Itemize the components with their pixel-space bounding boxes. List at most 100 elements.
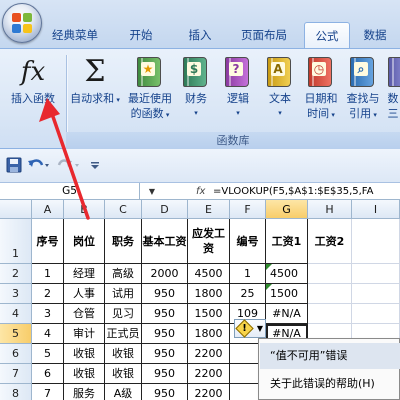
data-cell[interactable]: 1 (230, 264, 266, 284)
data-cell[interactable]: 2 (32, 284, 64, 304)
data-cell[interactable]: 正式员 (105, 324, 142, 344)
header-cell-b[interactable]: 岗位 (64, 219, 105, 264)
error-help-menu-item[interactable]: 关于此错误的帮助(H) (260, 373, 400, 395)
data-cell[interactable]: 试用 (105, 284, 142, 304)
data-cell[interactable]: 950 (142, 344, 188, 364)
data-cell[interactable]: #N/A (266, 304, 308, 324)
row-header-7[interactable]: 7 (0, 364, 32, 384)
data-cell[interactable] (308, 304, 352, 324)
header-cell-h[interactable]: 工资2 (308, 219, 352, 264)
data-cell[interactable]: 仓管 (64, 304, 105, 324)
tab-classic-menu[interactable]: 经典菜单 (44, 22, 106, 48)
math-trig-button[interactable]: 数 三 (386, 55, 400, 121)
row-header-6[interactable]: 6 (0, 344, 32, 364)
data-cell[interactable]: 收银 (64, 344, 105, 364)
tab-page-layout[interactable]: 页面布局 (224, 22, 304, 48)
column-header-b[interactable]: B (64, 200, 105, 219)
data-cell[interactable]: 收银 (105, 344, 142, 364)
data-cell[interactable]: 人事 (64, 284, 105, 304)
data-cell[interactable]: 25 (230, 284, 266, 304)
column-header-g[interactable]: G (266, 200, 308, 219)
column-header-f[interactable]: F (230, 200, 266, 219)
data-cell[interactable] (308, 264, 352, 284)
financial-button[interactable]: $ 财务 ▾ (178, 55, 214, 121)
insert-function-fx-icon[interactable]: fx (196, 183, 210, 200)
data-cell[interactable]: 见习 (105, 304, 142, 324)
tab-insert[interactable]: 插入 (176, 22, 224, 48)
column-header-a[interactable]: A (32, 200, 64, 219)
column-header-i[interactable]: I (352, 200, 400, 219)
row-header-4[interactable]: 4 (0, 304, 32, 324)
formula-input[interactable]: =VLOOKUP(F5,$A$1:$E$35,5,FA (213, 183, 373, 200)
header-cell-i[interactable] (352, 219, 400, 264)
data-cell[interactable]: 收银 (64, 364, 105, 384)
column-header-c[interactable]: C (105, 200, 142, 219)
header-cell-g[interactable]: 工资1 (266, 219, 308, 264)
customize-toolbar-icon[interactable] (88, 156, 102, 174)
undo-icon[interactable] (26, 156, 52, 174)
data-cell[interactable] (308, 284, 352, 304)
header-cell-e[interactable]: 应发工资 (188, 219, 230, 264)
header-cell-d[interactable]: 基本工资 (142, 219, 188, 264)
quick-access-toolbar (0, 149, 400, 183)
data-cell[interactable]: 6 (32, 364, 64, 384)
data-cell[interactable]: 5 (32, 344, 64, 364)
data-cell[interactable]: 1 (32, 264, 64, 284)
data-cell[interactable]: 2200 (188, 364, 230, 384)
tab-home[interactable]: 开始 (106, 22, 176, 48)
recent-functions-button[interactable]: ★ 最近使用 的函数 ▾ (122, 55, 178, 123)
datetime-button[interactable]: ◷ 日期和 时间 ▾ (301, 55, 341, 123)
header-cell-c[interactable]: 职务 (105, 219, 142, 264)
lookup-reference-button[interactable]: ⌕ 查找与 引用 ▾ (342, 55, 384, 123)
data-cell[interactable]: 2000 (142, 264, 188, 284)
data-cell[interactable]: 4500 (188, 264, 230, 284)
data-cell[interactable]: A级 (105, 384, 142, 400)
data-cell[interactable]: 经理 (64, 264, 105, 284)
data-cell[interactable] (352, 284, 400, 304)
data-cell[interactable]: 1500 (266, 284, 308, 304)
data-cell[interactable]: 950 (142, 324, 188, 344)
data-cell[interactable] (352, 264, 400, 284)
row-header-5[interactable]: 5 (0, 324, 32, 344)
column-header-e[interactable]: E (188, 200, 230, 219)
office-button[interactable] (2, 3, 42, 43)
data-cell[interactable]: 2200 (188, 384, 230, 400)
autosum-button[interactable]: Σ 自动求和 ▾ (68, 55, 122, 108)
row-header-1[interactable]: 1 (0, 219, 32, 264)
data-cell[interactable]: 1800 (188, 284, 230, 304)
data-cell[interactable]: 4 (32, 324, 64, 344)
name-box[interactable]: G5 (0, 183, 140, 200)
data-cell[interactable]: 高级 (105, 264, 142, 284)
header-cell-f[interactable]: 编号 (230, 219, 266, 264)
text-button[interactable]: A 文本 ▾ (262, 55, 298, 121)
redo-icon[interactable] (56, 156, 82, 174)
data-cell[interactable]: 收银 (105, 364, 142, 384)
error-options-button[interactable]: ! ▼ (234, 319, 266, 338)
data-cell[interactable]: 审计 (64, 324, 105, 344)
data-cell[interactable]: 950 (142, 284, 188, 304)
data-cell[interactable]: 7 (32, 384, 64, 400)
data-cell[interactable]: 950 (142, 384, 188, 400)
data-cell[interactable]: 1800 (188, 324, 230, 344)
column-header-h[interactable]: H (308, 200, 352, 219)
insert-function-button[interactable]: fx 插入函数 (3, 55, 63, 106)
row-header-3[interactable]: 3 (0, 284, 32, 304)
data-cell[interactable]: 2200 (188, 344, 230, 364)
data-cell[interactable]: 服务 (64, 384, 105, 400)
tab-data[interactable]: 数据 (350, 22, 400, 48)
save-icon[interactable] (5, 156, 23, 174)
data-cell[interactable] (352, 304, 400, 324)
name-box-dropdown-icon[interactable]: ▼ (145, 183, 159, 200)
data-cell[interactable]: 950 (142, 304, 188, 324)
data-cell[interactable]: 1500 (188, 304, 230, 324)
row-header-2[interactable]: 2 (0, 264, 32, 284)
row-header-8[interactable]: 8 (0, 384, 32, 400)
tab-formulas[interactable]: 公式 (304, 22, 350, 48)
data-cell[interactable]: 950 (142, 364, 188, 384)
header-cell-a[interactable]: 序号 (32, 219, 64, 264)
logical-button[interactable]: ? 逻辑 ▾ (220, 55, 256, 121)
select-all-corner[interactable] (0, 200, 32, 219)
data-cell[interactable]: 4500 (266, 264, 308, 284)
data-cell[interactable]: 3 (32, 304, 64, 324)
column-header-d[interactable]: D (142, 200, 188, 219)
